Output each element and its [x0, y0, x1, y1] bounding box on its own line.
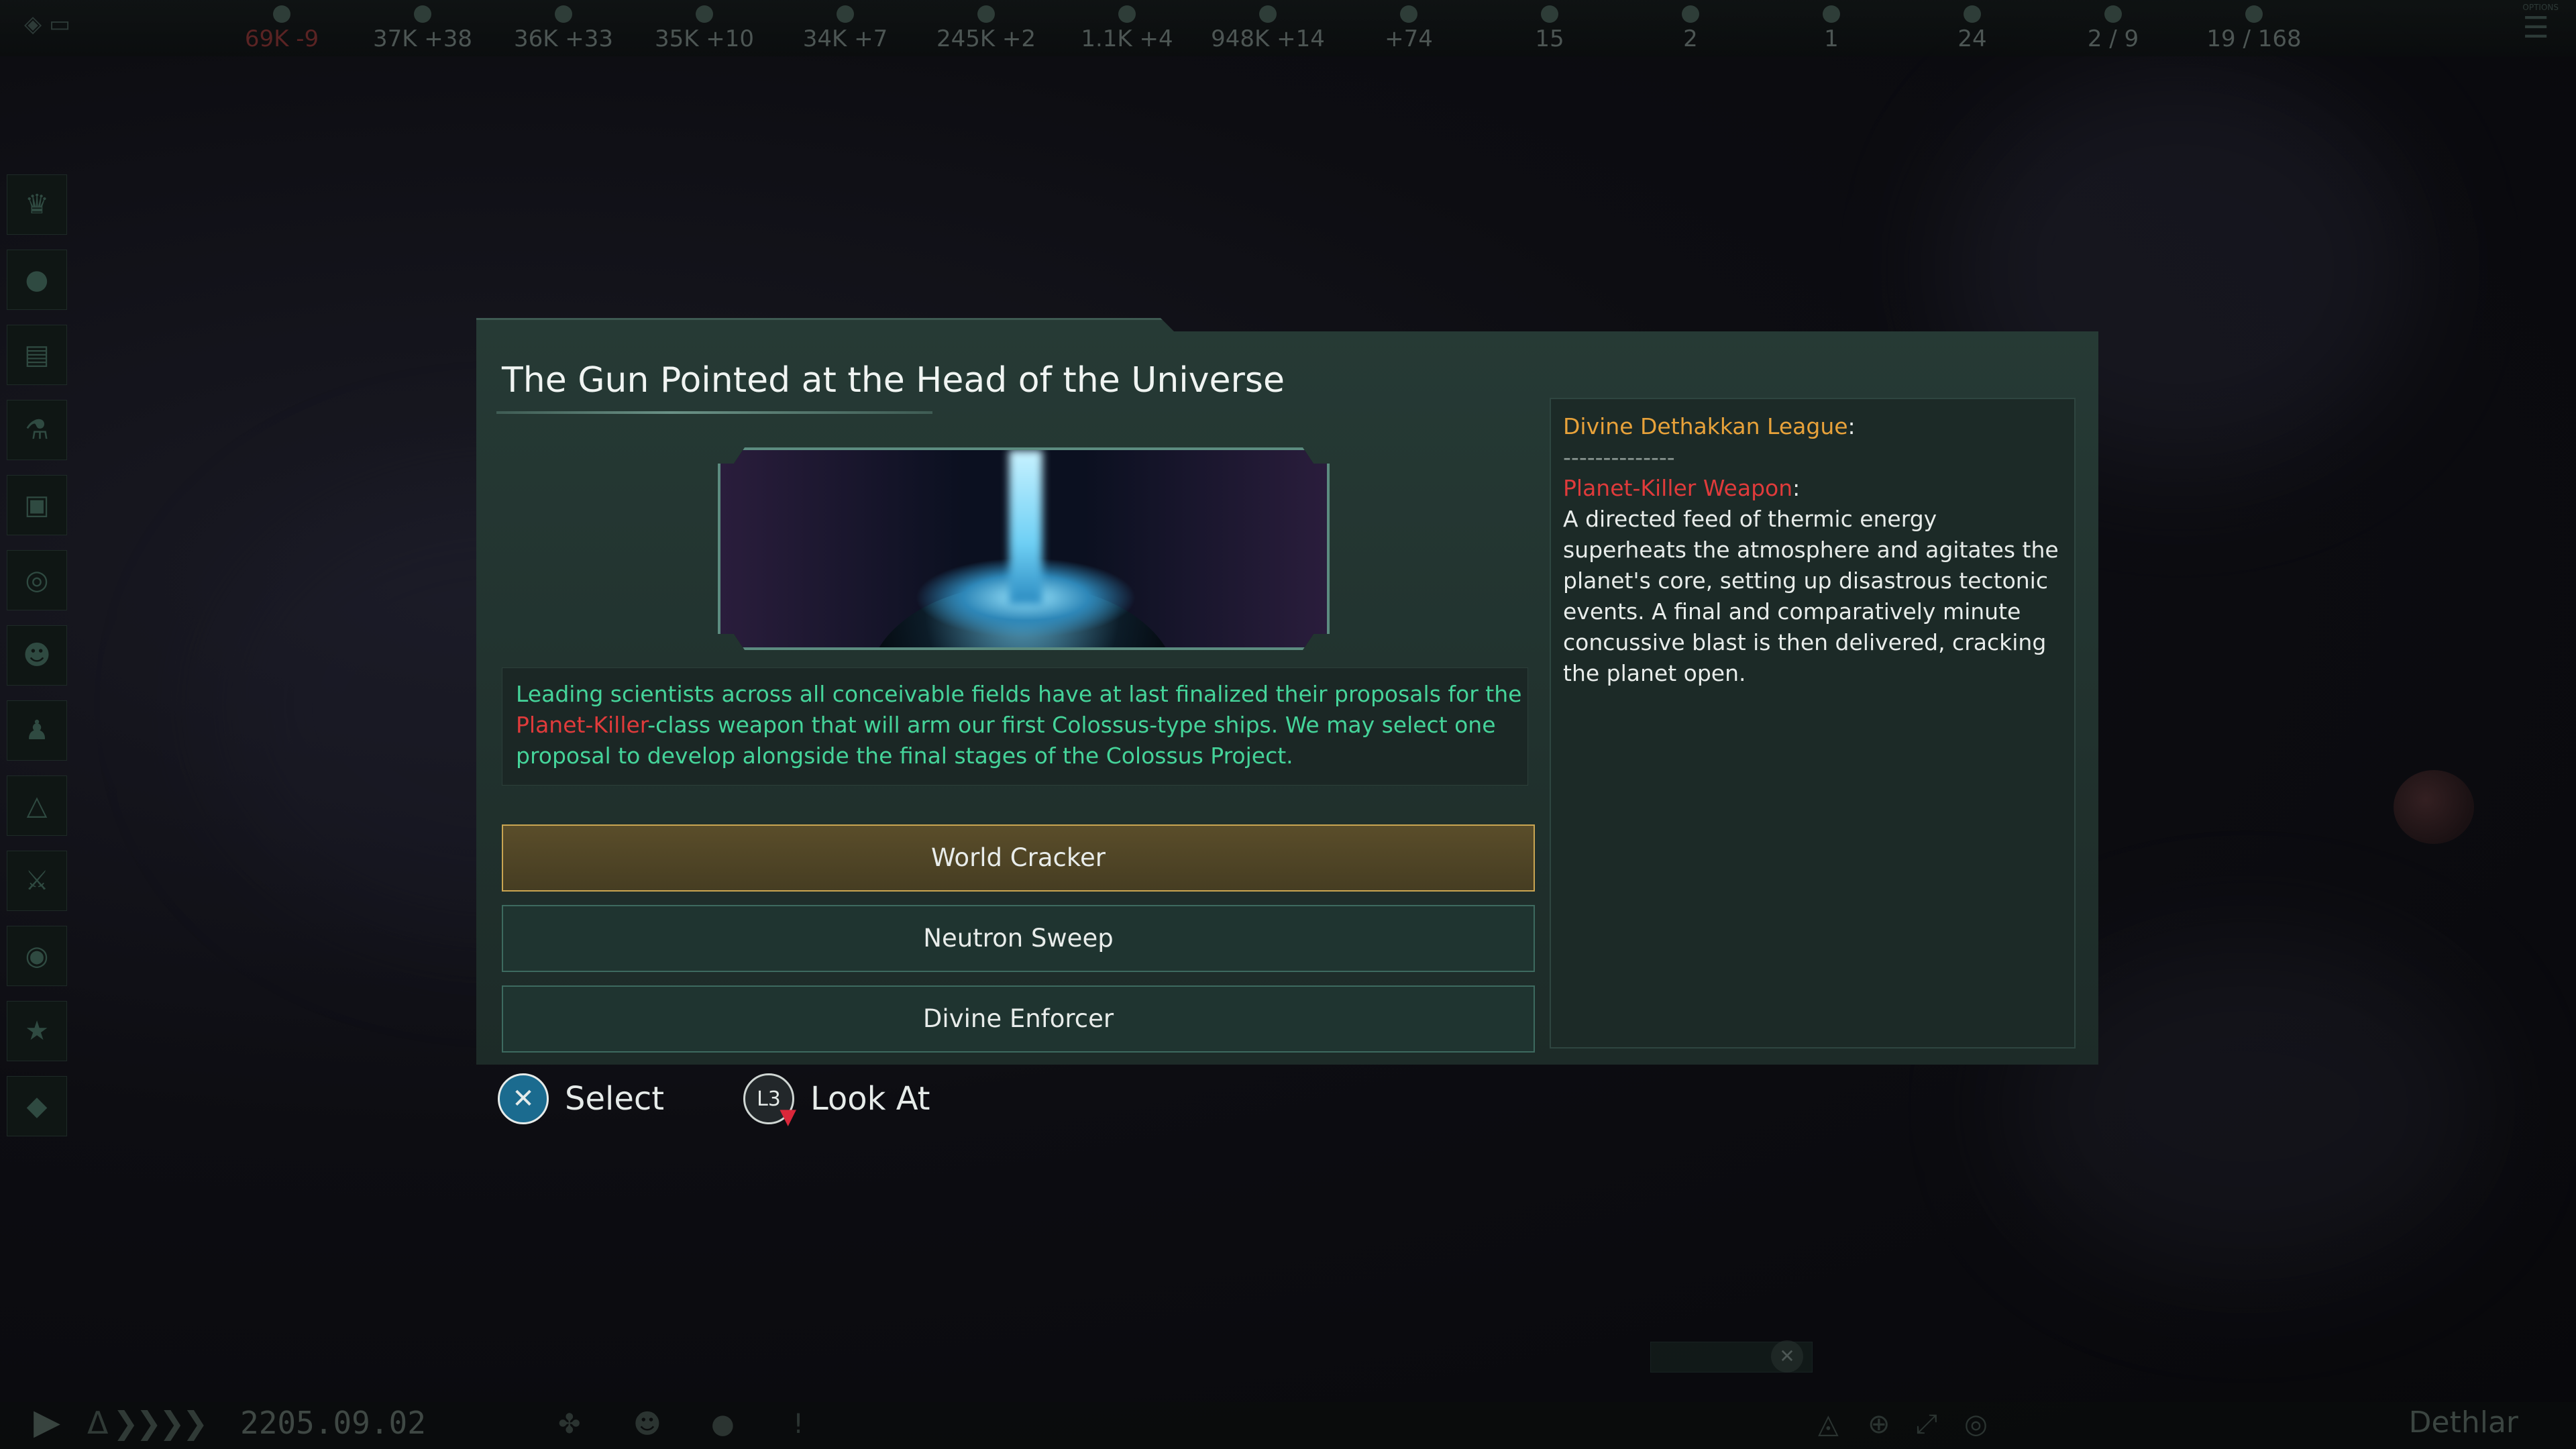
event-dialog: The Gun Pointed at the Head of the Unive…	[476, 318, 2098, 1065]
alert-warning-icon[interactable]: !	[793, 1409, 804, 1440]
resource-value: 2	[1683, 25, 1698, 52]
minerals-icon	[414, 5, 431, 23]
planets-icon[interactable]: ▤	[7, 325, 67, 385]
description-text: Leading scientists across all conceivabl…	[516, 681, 1522, 769]
resource-value: 2 / 9	[2087, 25, 2139, 52]
ships-icon[interactable]: ◆	[7, 1076, 67, 1136]
resource-value: 1.1K +4	[1081, 25, 1173, 52]
research-icon[interactable]: ⚗	[7, 400, 67, 460]
resource-value: 19 / 168	[2206, 25, 2302, 52]
empire-name: Dethlar	[2408, 1405, 2518, 1440]
weapon-name: Planet-Killer Weapon	[1563, 475, 1793, 501]
alloys-icon	[837, 5, 854, 23]
food-icon	[555, 5, 572, 23]
war-icon[interactable]: ⚔	[7, 851, 67, 911]
alert-faction-icon[interactable]: ☻	[633, 1409, 661, 1440]
diplomacy-icon[interactable]: ◎	[7, 550, 67, 610]
option-world-cracker[interactable]: World Cracker	[502, 824, 1535, 892]
stability-icon	[1541, 5, 1558, 23]
info-divider: --------------	[1563, 444, 1675, 470]
planet-killer-link[interactable]: Planet-Killer	[516, 712, 647, 738]
resource-value: 948K +14	[1211, 25, 1325, 52]
capacity-icon	[2104, 5, 2122, 23]
research-icon	[1259, 5, 1277, 23]
outliner-sidebar: ♛ ● ▤ ⚗ ▣ ◎ ☻ ♟ △ ⚔ ◉ ★ ◆	[7, 174, 68, 1151]
resource-item[interactable]: 2 / 9	[2046, 5, 2180, 52]
dialog-title: The Gun Pointed at the Head of the Unive…	[502, 360, 1285, 400]
map-settings-icon[interactable]: ◎	[1964, 1409, 1988, 1440]
map-mode-icon[interactable]: ◬	[1818, 1409, 1839, 1440]
resource-value: 34K +7	[802, 25, 888, 52]
alert-unity-icon[interactable]: ✤	[558, 1409, 581, 1440]
unity-icon	[1118, 5, 1136, 23]
title-divider	[496, 411, 932, 414]
l3-button-icon: L3 ▼	[743, 1073, 796, 1129]
amenities-icon	[1400, 5, 1417, 23]
resource-item[interactable]: 245K +2	[919, 5, 1053, 52]
options-menu-icon[interactable]: ☰	[2523, 11, 2549, 45]
description-box: Leading scientists across all conceivabl…	[502, 667, 1528, 786]
select-hint[interactable]: ✕ Select	[498, 1072, 664, 1126]
resource-item[interactable]: 19 / 168	[2187, 5, 2321, 52]
resource-value: 245K +2	[936, 25, 1036, 52]
resource-item[interactable]: 15	[1483, 5, 1617, 52]
influence-icon	[977, 5, 995, 23]
resource-item[interactable]: 36K +33	[496, 5, 631, 52]
resource-item[interactable]: 24	[1905, 5, 2039, 52]
faction-name: Divine Dethakkan League	[1563, 413, 1848, 439]
resource-value: +74	[1385, 25, 1433, 52]
galactic-community-icon[interactable]: ◉	[7, 926, 67, 986]
background-planet	[2394, 770, 2474, 844]
situations-icon[interactable]: ★	[7, 1001, 67, 1061]
resource-value: 36K +33	[513, 25, 614, 52]
option-neutron-sweep[interactable]: Neutron Sweep	[502, 905, 1535, 972]
resource-item[interactable]: 35K +10	[637, 5, 771, 52]
leaders-icon[interactable]: ♟	[7, 700, 67, 761]
resource-value: 24	[1957, 25, 1987, 52]
resource-item[interactable]: 34K +7	[778, 5, 912, 52]
alert-planet-icon[interactable]: ●	[711, 1409, 735, 1440]
resource-item[interactable]: 948K +14	[1201, 5, 1335, 52]
map-filter-icon[interactable]: ⊕	[1868, 1409, 1890, 1440]
game-date: 2205.09.02	[240, 1405, 426, 1441]
option-info-panel: Divine Dethakkan League: -------------- …	[1550, 398, 2076, 1049]
government-icon[interactable]: ♛	[7, 174, 67, 235]
factions-icon[interactable]: ☻	[7, 625, 67, 686]
options-label: OPTIONS	[2522, 3, 2559, 12]
select-label: Select	[565, 1080, 665, 1118]
map-zoom-icon[interactable]: ⤢	[1916, 1409, 1937, 1440]
resource-item[interactable]: 1	[1764, 5, 1898, 52]
species-icon[interactable]: ●	[7, 250, 67, 310]
resource-item[interactable]: 2	[1623, 5, 1758, 52]
envoy-icon	[1823, 5, 1840, 23]
dismiss-icon[interactable]: ✕	[1771, 1340, 1803, 1373]
energy-icon	[273, 5, 290, 23]
resource-item[interactable]: +74	[1342, 5, 1476, 52]
look-at-hint[interactable]: L3 ▼ Look At	[743, 1072, 930, 1129]
option-divine-enforcer[interactable]: Divine Enforcer	[502, 985, 1535, 1053]
resource-value: 69K -9	[244, 25, 319, 52]
trade-icon	[1682, 5, 1699, 23]
event-image	[718, 447, 1330, 650]
resource-value: 15	[1535, 25, 1564, 52]
pops-icon	[1964, 5, 1981, 23]
resource-value: 1	[1824, 25, 1839, 52]
look-at-label: Look At	[810, 1080, 930, 1118]
fleets-icon[interactable]: ▣	[7, 475, 67, 535]
weapon-description: A directed feed of thermic energy superh…	[1563, 506, 2059, 686]
empire-menu-icon[interactable]: ◈ ▭	[24, 11, 87, 38]
game-speed-icon[interactable]: Δ ❯❯❯❯	[87, 1405, 208, 1441]
cross-button-icon: ✕	[498, 1073, 549, 1124]
resource-value: 35K +10	[654, 25, 755, 52]
fleet-icon	[2245, 5, 2263, 23]
traditions-icon[interactable]: △	[7, 775, 67, 836]
play-icon[interactable]: ▶	[34, 1402, 60, 1442]
resource-item[interactable]: 1.1K +4	[1060, 5, 1194, 52]
resource-item[interactable]: 37K +38	[356, 5, 490, 52]
resource-item[interactable]: 69K -9	[215, 5, 349, 52]
consumer-goods-icon	[696, 5, 713, 23]
info-text: Divine Dethakkan League: -------------- …	[1563, 411, 2059, 689]
resource-value: 37K +38	[372, 25, 473, 52]
